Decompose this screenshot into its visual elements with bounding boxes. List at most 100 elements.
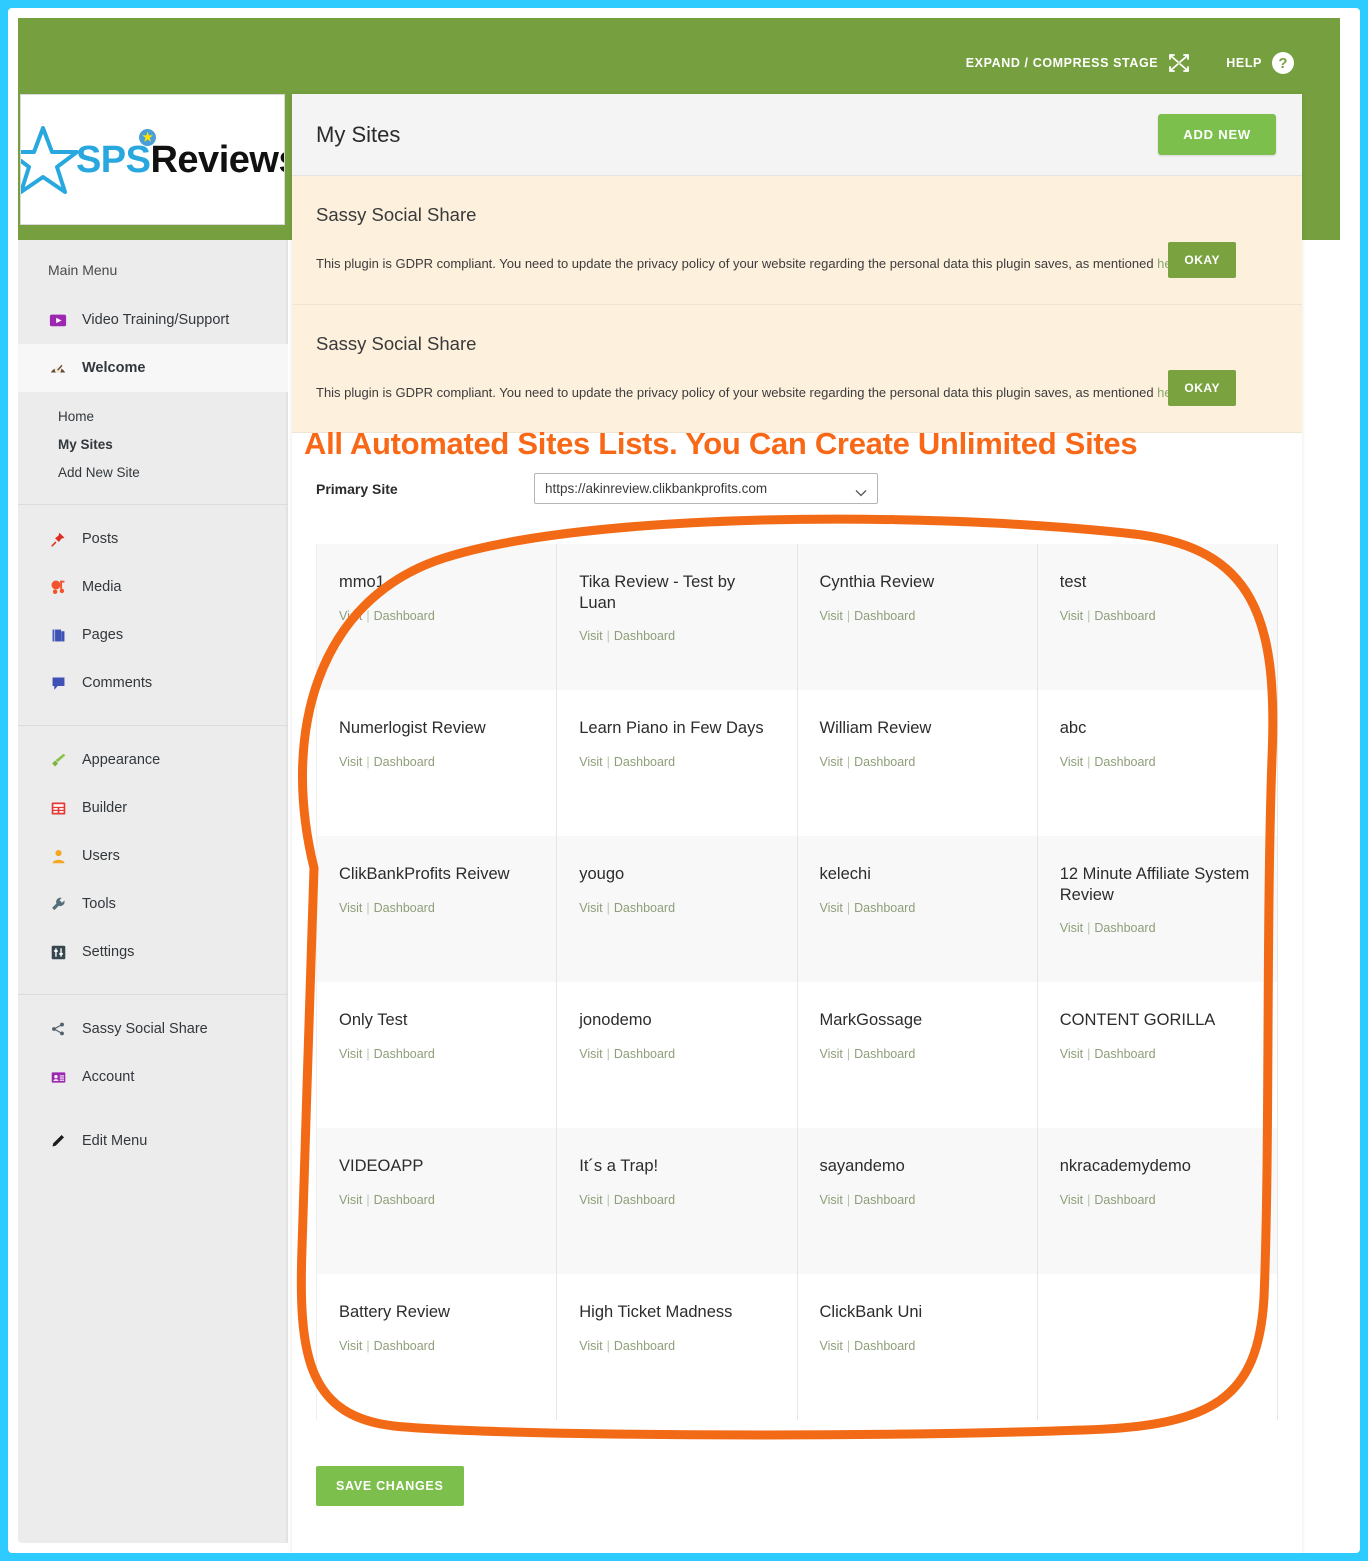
site-name: VIDEOAPP (339, 1157, 424, 1175)
site-dashboard-link[interactable]: Dashboard (374, 609, 435, 623)
site-dashboard-link[interactable]: Dashboard (614, 1193, 675, 1207)
sidebar-item-builder[interactable]: Builder (18, 784, 288, 832)
site-visit-link[interactable]: Visit (339, 609, 362, 623)
site-visit-link[interactable]: Visit (579, 755, 602, 769)
site-logo[interactable]: SPSReviews ★ (20, 94, 285, 225)
notice-okay-button[interactable]: OKAY (1168, 370, 1236, 406)
site-visit-link[interactable]: Visit (820, 901, 843, 915)
site-dashboard-link[interactable]: Dashboard (614, 755, 675, 769)
site-visit-link[interactable]: Visit (339, 755, 362, 769)
site-dashboard-link[interactable]: Dashboard (854, 1193, 915, 1207)
expand-compress-icon[interactable] (1168, 53, 1190, 73)
site-links: Visit | Dashboard (1060, 609, 1255, 623)
sidebar-subitem-add-new-site[interactable]: Add New Site (18, 458, 288, 486)
save-changes-button[interactable]: SAVE CHANGES (316, 1466, 464, 1506)
site-dashboard-link[interactable]: Dashboard (374, 1047, 435, 1061)
site-visit-link[interactable]: Visit (339, 1193, 362, 1207)
site-name: nkracademydemo (1059, 1157, 1191, 1175)
site-links: Visit | Dashboard (339, 1047, 534, 1061)
site-dashboard-link[interactable]: Dashboard (614, 1047, 675, 1061)
sidebar-item-comments[interactable]: Comments (18, 659, 288, 707)
site-visit-link[interactable]: Visit (820, 1047, 843, 1061)
site-dashboard-link[interactable]: Dashboard (1094, 921, 1155, 935)
sidebar-section-label: Main Menu (48, 262, 118, 278)
site-visit-link[interactable]: Visit (579, 629, 602, 643)
notice-banner-1: Sassy Social Share This plugin is GDPR c… (292, 176, 1302, 305)
sidebar-item-sassy-social-share[interactable]: Sassy Social Share (18, 1005, 288, 1053)
site-dashboard-link[interactable]: Dashboard (1094, 1047, 1155, 1061)
site-dashboard-link[interactable]: Dashboard (374, 1339, 435, 1353)
site-dashboard-link[interactable]: Dashboard (374, 901, 435, 915)
site-name: Only Test (339, 1011, 408, 1029)
sidebar-item-posts[interactable]: Posts (18, 515, 288, 563)
sidebar-item-appearance[interactable]: Appearance (18, 736, 288, 784)
site-visit-link[interactable]: Visit (579, 1339, 602, 1353)
site-visit-link[interactable]: Visit (820, 1193, 843, 1207)
add-new-button[interactable]: ADD NEW (1158, 114, 1276, 155)
site-dashboard-link[interactable]: Dashboard (1094, 609, 1155, 623)
site-dashboard-link[interactable]: Dashboard (1094, 755, 1155, 769)
site-visit-link[interactable]: Visit (820, 755, 843, 769)
site-visit-link[interactable]: Visit (339, 1339, 362, 1353)
site-visit-link[interactable]: Visit (820, 1339, 843, 1353)
site-dashboard-link[interactable]: Dashboard (854, 755, 915, 769)
site-dashboard-link[interactable]: Dashboard (374, 755, 435, 769)
notice-title: Sassy Social Share (316, 204, 477, 225)
sidebar-item-media[interactable]: Media (18, 563, 288, 611)
sidebar-divider-1 (18, 504, 288, 505)
site-dashboard-link[interactable]: Dashboard (854, 901, 915, 915)
site-visit-link[interactable]: Visit (339, 901, 362, 915)
site-links: Visit | Dashboard (339, 609, 534, 623)
site-dashboard-link[interactable]: Dashboard (614, 901, 675, 915)
site-dashboard-link[interactable]: Dashboard (614, 629, 675, 643)
site-dashboard-link[interactable]: Dashboard (854, 1339, 915, 1353)
site-visit-link[interactable]: Visit (579, 901, 602, 915)
sidebar-divider-2 (18, 725, 288, 726)
sidebar-item-edit-menu[interactable]: Edit Menu (18, 1117, 288, 1165)
sidebar-item-account[interactable]: Account (18, 1053, 288, 1101)
site-visit-link[interactable]: Visit (579, 1047, 602, 1061)
primary-site-select[interactable]: https://akinreview.clikbankprofits.com (534, 473, 878, 504)
site-dashboard-link[interactable]: Dashboard (854, 1047, 915, 1061)
sidebar-item-welcome[interactable]: Welcome (18, 344, 288, 392)
sidebar-item-settings[interactable]: Settings (18, 928, 288, 976)
sidebar-item-pages[interactable]: Pages (18, 611, 288, 659)
site-cell: VIDEOAPP Visit | Dashboard (317, 1128, 558, 1274)
site-dashboard-link[interactable]: Dashboard (614, 1339, 675, 1353)
site-link-separator: | (606, 629, 610, 644)
star-icon (21, 123, 80, 197)
site-visit-link[interactable]: Visit (1060, 921, 1083, 935)
site-name: test (1059, 573, 1087, 591)
site-cell: Cynthia Review Visit | Dashboard (797, 544, 1038, 690)
expand-compress-stage-label[interactable]: EXPAND / COMPRESS STAGE (966, 56, 1159, 70)
site-link-separator: | (846, 1338, 851, 1353)
site-name: ClikBankProfits Reivew (339, 865, 510, 883)
help-question-icon[interactable]: ? (1272, 52, 1294, 74)
site-dashboard-link[interactable]: Dashboard (854, 609, 915, 623)
notice-text: This plugin is GDPR compliant. You need … (316, 256, 1158, 271)
page-header: My Sites ADD NEW (292, 94, 1302, 176)
site-visit-link[interactable]: Visit (579, 1193, 602, 1207)
site-name: 12 Minute Affiliate System Review (1059, 865, 1250, 904)
site-cell: nkracademydemo Visit | Dashboard (1037, 1128, 1278, 1274)
sidebar-subitem-home[interactable]: Home (18, 402, 288, 430)
notice-body: This plugin is GDPR compliant. You need … (316, 383, 1278, 403)
site-cell: mmo1 Visit | Dashboard (317, 544, 558, 690)
site-visit-link[interactable]: Visit (1060, 609, 1083, 623)
site-visit-link[interactable]: Visit (1060, 1047, 1083, 1061)
paintbrush-icon (48, 750, 68, 770)
sites-grid: mmo1 Visit | Dashboard Tika Review - Test by… (316, 544, 1278, 1420)
site-dashboard-link[interactable]: Dashboard (1094, 1193, 1155, 1207)
site-visit-link[interactable]: Visit (1060, 1193, 1083, 1207)
sidebar-item-users[interactable]: Users (18, 832, 288, 880)
sidebar-subitem-my-sites[interactable]: My Sites (18, 430, 288, 458)
site-links: Visit | Dashboard (339, 755, 534, 769)
notice-okay-button[interactable]: OKAY (1168, 241, 1236, 278)
site-visit-link[interactable]: Visit (339, 1047, 362, 1061)
site-dashboard-link[interactable]: Dashboard (374, 1193, 435, 1207)
site-visit-link[interactable]: Visit (820, 609, 843, 623)
help-label[interactable]: HELP (1226, 56, 1262, 70)
sidebar-item-tools[interactable]: Tools (18, 880, 288, 928)
sidebar-item-video-training[interactable]: Video Training/Support (18, 296, 288, 344)
site-visit-link[interactable]: Visit (1060, 755, 1083, 769)
